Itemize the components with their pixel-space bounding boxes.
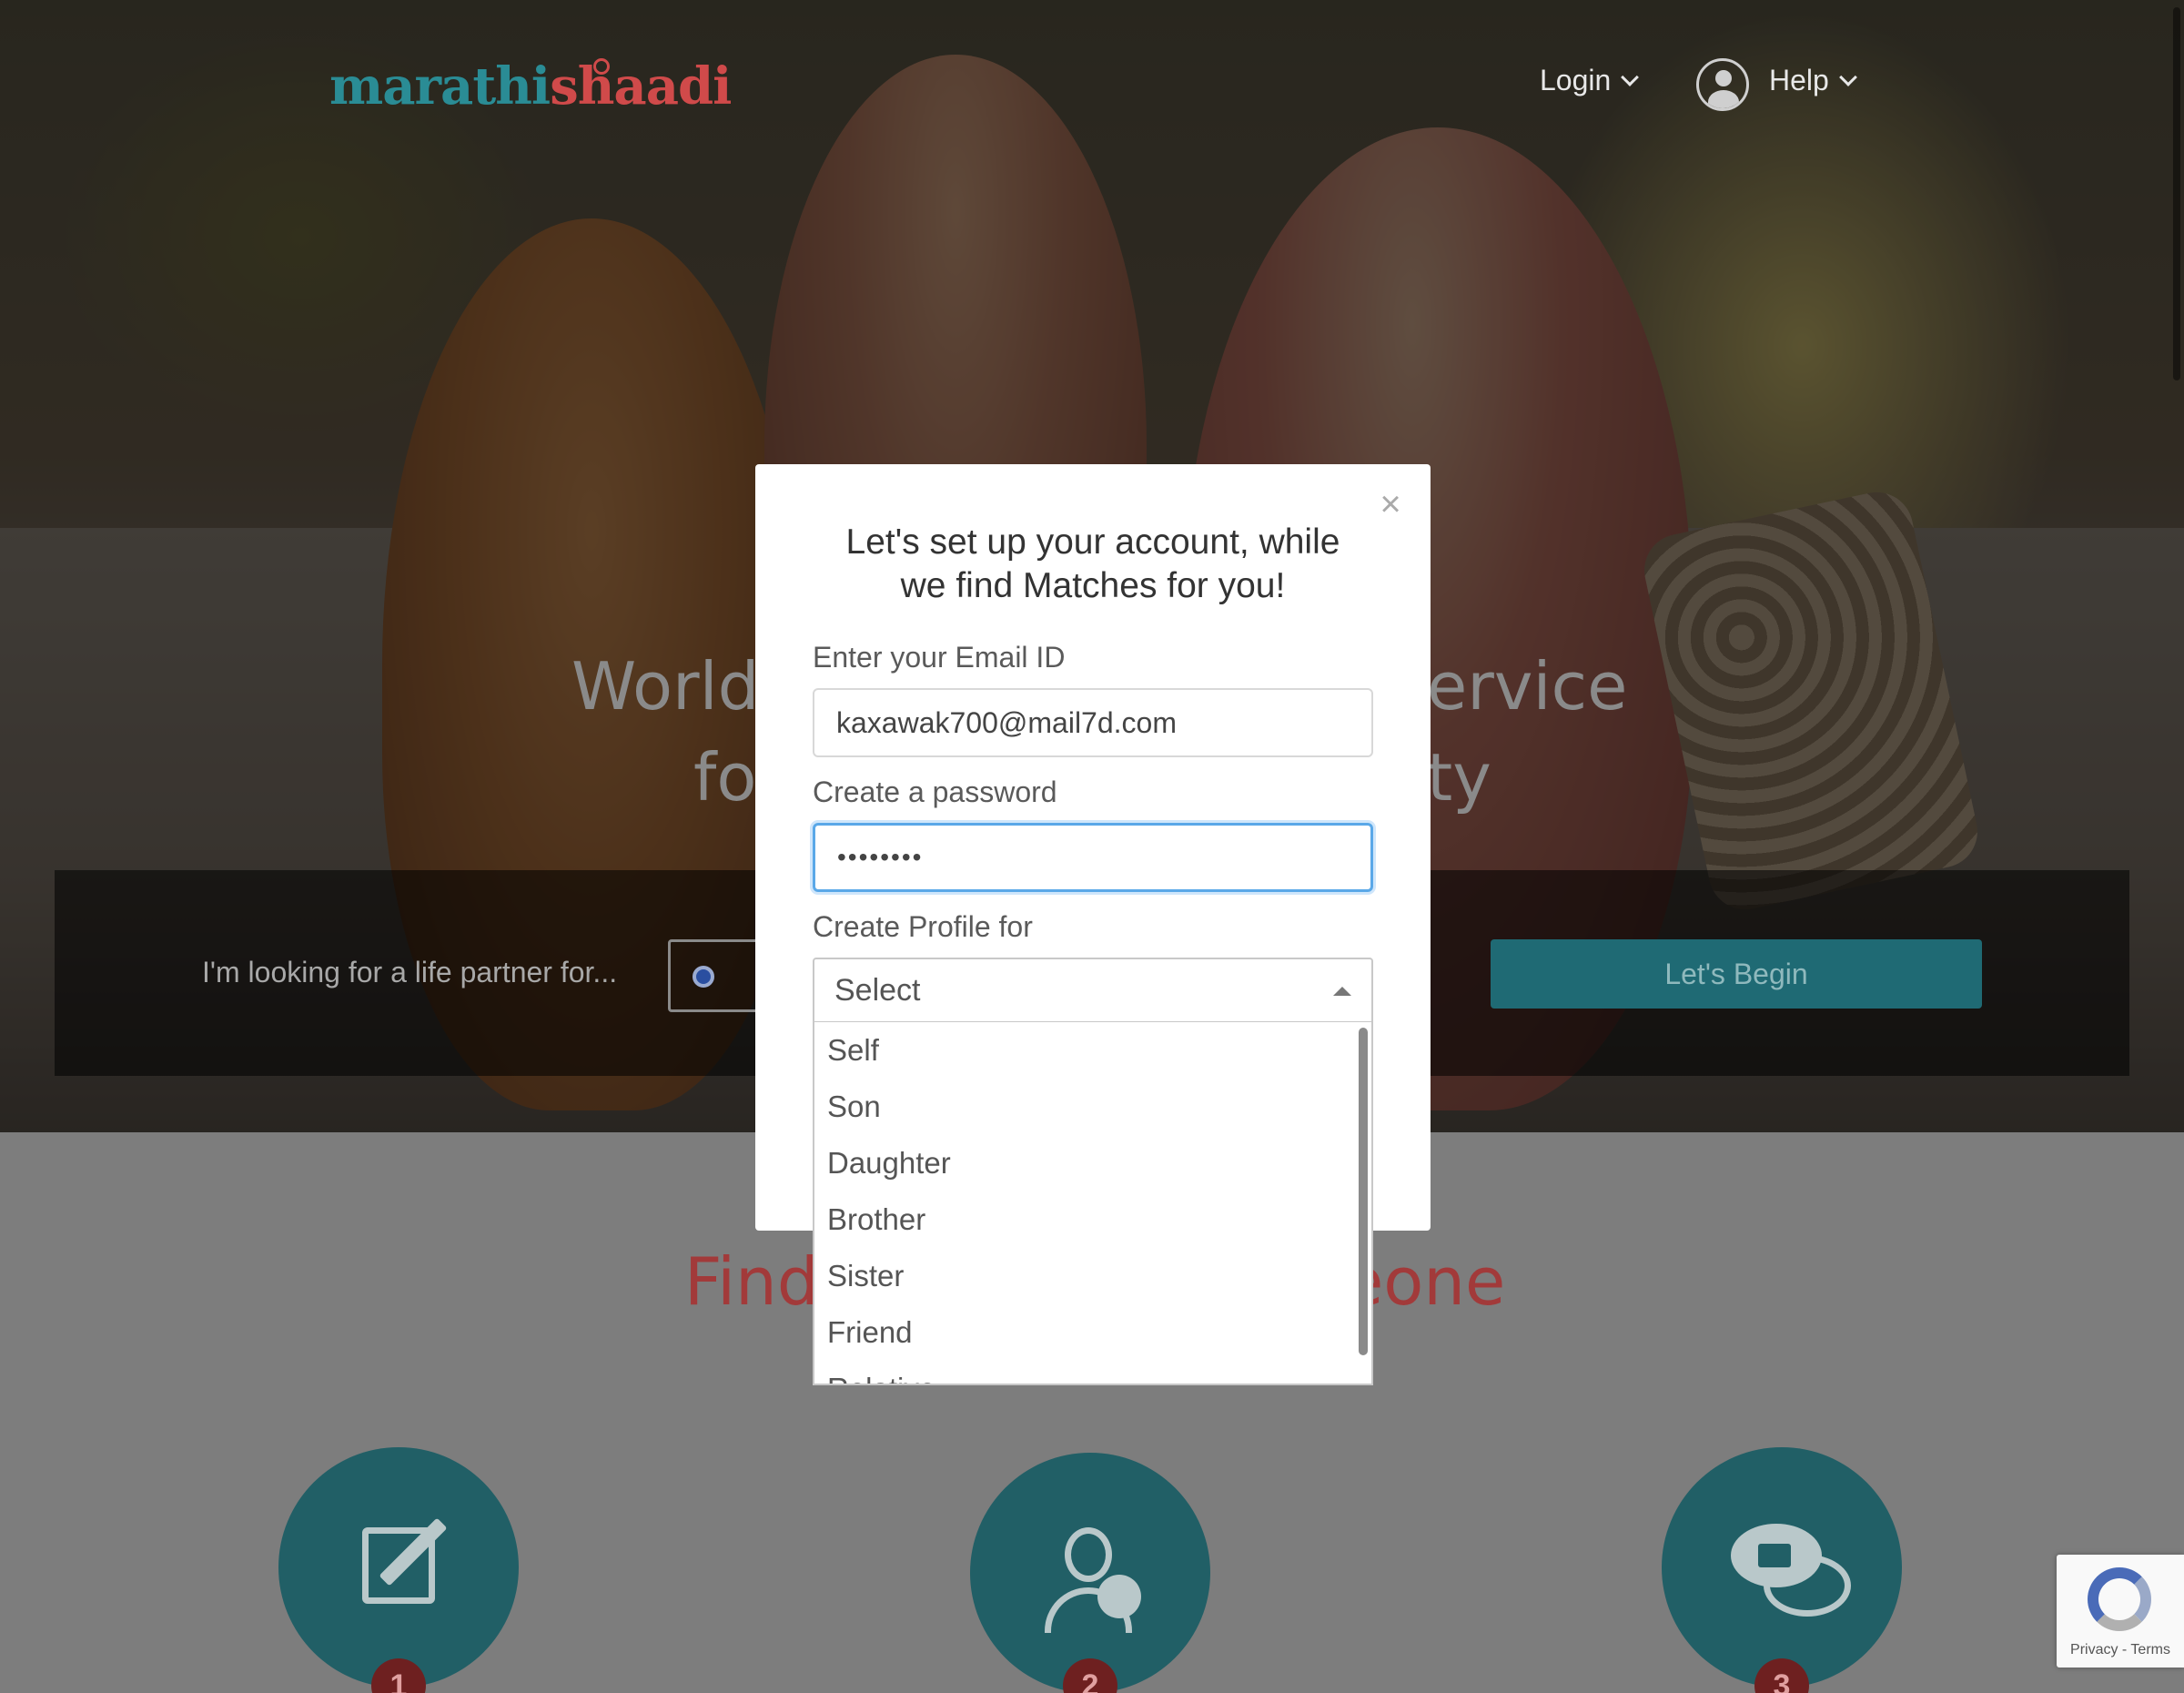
- caret-up-icon: [1333, 987, 1351, 996]
- step-2-circle: 2: [970, 1453, 1210, 1693]
- email-label: Enter your Email ID: [813, 641, 1066, 674]
- login-menu[interactable]: Login: [1540, 64, 1640, 97]
- user-check-icon: [1065, 1527, 1112, 1582]
- logo-heart-icon: [593, 58, 610, 75]
- option-self[interactable]: Self: [814, 1022, 1371, 1079]
- option-friend[interactable]: Friend: [814, 1304, 1371, 1361]
- close-icon[interactable]: ×: [1372, 486, 1409, 522]
- check-badge-icon: [1097, 1575, 1141, 1618]
- profile-for-select[interactable]: Select: [813, 958, 1373, 1023]
- modal-title-line2: we find Matches for you!: [900, 566, 1286, 605]
- search-label: I'm looking for a life partner for...: [202, 956, 618, 988]
- option-son[interactable]: Son: [814, 1079, 1371, 1135]
- video-chat-icon: [1731, 1524, 1822, 1587]
- logo-text-marathi: marathi: [329, 56, 551, 117]
- headline-fragment: ervice: [1427, 648, 1628, 725]
- login-label: Login: [1540, 64, 1612, 96]
- step-number: 2: [1063, 1658, 1117, 1693]
- select-value: Select: [834, 972, 921, 1008]
- headline-fragment: fo: [693, 739, 757, 816]
- help-menu[interactable]: Help: [1769, 64, 1857, 97]
- step-1-circle: 1: [278, 1447, 519, 1693]
- dropdown-scrollbar[interactable]: [1359, 1028, 1368, 1355]
- page-scrollbar[interactable]: [2173, 7, 2180, 380]
- email-value: kaxawak700@mail7d.com: [836, 705, 1177, 739]
- step-number: 3: [1754, 1658, 1809, 1693]
- recaptcha-links[interactable]: Privacy - Terms: [2057, 1642, 2184, 1658]
- radio-selected-icon[interactable]: [693, 966, 714, 988]
- profile-for-dropdown[interactable]: Self Son Daughter Brother Sister Friend …: [813, 1021, 1373, 1385]
- recaptcha-icon: [2088, 1567, 2151, 1631]
- site-logo[interactable]: marathishaadi: [329, 56, 732, 117]
- headline-fragment: ty: [1427, 739, 1491, 816]
- video-camera-icon: [1758, 1544, 1791, 1567]
- title-fragment: Find: [684, 1243, 819, 1320]
- profile-for-label: Create Profile for: [813, 910, 1033, 943]
- lets-begin-button[interactable]: Let's Begin: [1491, 939, 1982, 1009]
- option-daughter[interactable]: Daughter: [814, 1135, 1371, 1191]
- step-number: 1: [371, 1658, 426, 1693]
- password-value: ••••••••: [837, 843, 924, 871]
- password-field[interactable]: ••••••••: [813, 823, 1373, 892]
- user-avatar-icon[interactable]: [1696, 58, 1749, 111]
- recaptcha-badge[interactable]: Privacy - Terms: [2057, 1555, 2184, 1668]
- modal-title: Let's set up your account, while we find…: [755, 521, 1431, 608]
- email-field[interactable]: kaxawak700@mail7d.com: [813, 688, 1373, 757]
- modal-title-line1: Let's set up your account, while: [845, 522, 1340, 562]
- chevron-down-icon: [1838, 67, 1857, 86]
- password-label: Create a password: [813, 776, 1057, 808]
- logo-text-shaadi: shaadi: [550, 56, 732, 117]
- option-relative[interactable]: Relative: [814, 1361, 1371, 1384]
- step-3-circle: 3: [1662, 1447, 1902, 1693]
- chevron-down-icon: [1621, 67, 1640, 86]
- help-label: Help: [1769, 64, 1829, 96]
- option-brother[interactable]: Brother: [814, 1191, 1371, 1248]
- headline-fragment: World: [571, 648, 760, 725]
- option-sister[interactable]: Sister: [814, 1248, 1371, 1304]
